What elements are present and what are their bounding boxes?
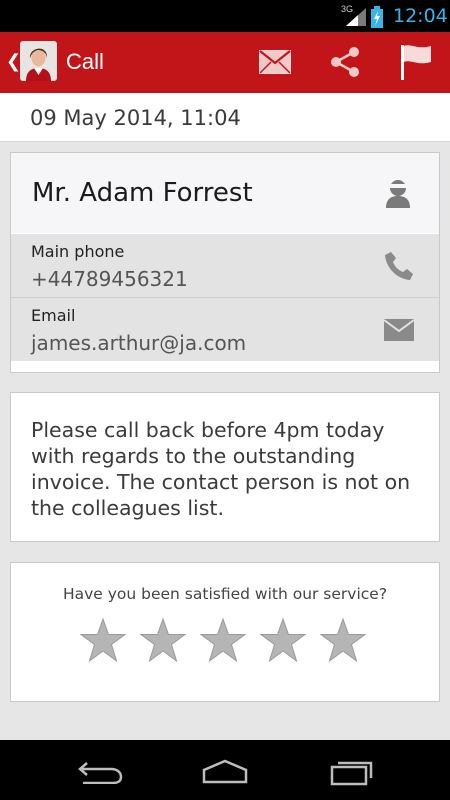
home-icon[interactable] <box>201 758 249 784</box>
battery-icon <box>371 6 383 28</box>
back-icon[interactable] <box>77 760 123 784</box>
mail-icon[interactable] <box>383 318 415 344</box>
clock: 12:04 <box>393 5 448 27</box>
field-label: Main phone <box>31 242 125 261</box>
share-button[interactable] <box>325 44 365 80</box>
phone-number[interactable]: +44789456321 <box>31 267 188 291</box>
contact-name: Mr. Adam Forrest <box>32 178 253 208</box>
mail-button[interactable] <box>255 44 295 80</box>
star-icon[interactable] <box>259 617 307 665</box>
action-bar: ❮ Call <box>0 32 450 93</box>
signal-icon <box>346 8 366 26</box>
status-bar: 3G 12:04 <box>0 0 450 32</box>
email-field[interactable]: Email james.arthur@ja.com <box>11 298 439 361</box>
star-icon[interactable] <box>79 617 127 665</box>
date-row: 09 May 2014, 11:04 <box>0 93 450 142</box>
email-address[interactable]: james.arthur@ja.com <box>31 331 246 355</box>
note-card: Please call back before 4pm today with r… <box>10 392 440 542</box>
recent-apps-icon[interactable] <box>329 758 375 786</box>
back-chevron-icon[interactable]: ❮ <box>6 51 21 72</box>
star-rating[interactable] <box>79 617 367 665</box>
share-icon <box>331 47 359 77</box>
note-text: Please call back before 4pm today with r… <box>31 418 411 520</box>
phone-icon[interactable] <box>383 250 415 282</box>
star-icon[interactable] <box>139 617 187 665</box>
main-phone-field[interactable]: Main phone +44789456321 <box>11 234 439 298</box>
rating-question: Have you been satisfied with our service… <box>62 585 388 603</box>
star-icon[interactable] <box>199 617 247 665</box>
rating-card: Have you been satisfied with our service… <box>10 562 440 702</box>
flag-icon <box>401 45 431 80</box>
person-icon[interactable] <box>383 178 413 208</box>
page-title: Call <box>66 49 104 74</box>
contact-header[interactable]: Mr. Adam Forrest <box>11 153 439 233</box>
mail-icon <box>259 50 291 74</box>
call-date: 09 May 2014, 11:04 <box>30 106 241 130</box>
avatar[interactable] <box>20 41 57 81</box>
contact-card: Mr. Adam Forrest Main phone +44789456321… <box>10 152 440 373</box>
navigation-bar <box>0 740 450 800</box>
star-icon[interactable] <box>319 617 367 665</box>
flag-button[interactable] <box>396 44 436 80</box>
field-label: Email <box>31 306 76 325</box>
